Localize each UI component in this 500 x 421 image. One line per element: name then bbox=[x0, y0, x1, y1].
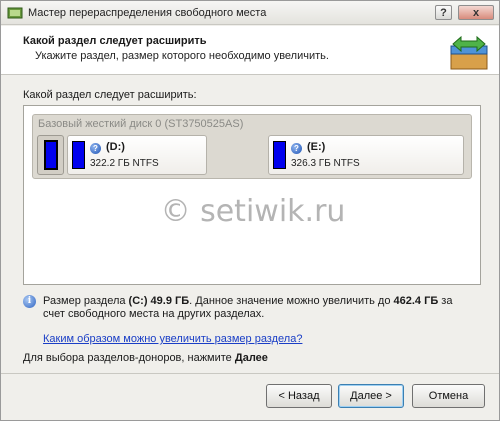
donor-hint: Для выбора разделов-доноров, нажмите Дал… bbox=[23, 352, 268, 364]
partition-fill bbox=[72, 141, 85, 169]
window-title: Мастер перераспределения свободного мест… bbox=[28, 7, 267, 19]
header-title: Какой раздел следует расширить bbox=[23, 35, 207, 47]
how-to-extend-link[interactable]: Каким образом можно увеличить размер раз… bbox=[43, 333, 302, 345]
app-icon bbox=[7, 7, 23, 19]
header-subtitle: Укажите раздел, размер которого необходи… bbox=[35, 50, 329, 62]
info-icon: i bbox=[23, 295, 36, 308]
partition-question: Какой раздел следует расширить: bbox=[23, 89, 197, 101]
partition-c[interactable] bbox=[37, 135, 64, 175]
partition-d[interactable]: ? (D:) 322.2 ГБ NTFS bbox=[67, 135, 207, 175]
close-icon: x bbox=[472, 7, 480, 19]
partition-e[interactable]: ? (E:) 326.3 ГБ NTFS bbox=[268, 135, 464, 175]
disk-label: Базовый жесткий диск 0 (ST3750525AS) bbox=[38, 118, 244, 130]
back-button[interactable]: < Назад bbox=[266, 384, 332, 408]
disk-row[interactable]: Базовый жесткий диск 0 (ST3750525AS) ? (… bbox=[32, 114, 472, 179]
max-size-value: 462.4 ГБ bbox=[393, 295, 439, 307]
watermark: © setiwik.ru bbox=[160, 194, 346, 229]
wizard-header: Какой раздел следует расширить Укажите р… bbox=[1, 26, 499, 75]
partition-size: 322.2 ГБ NTFS bbox=[90, 158, 159, 169]
footer-divider bbox=[1, 373, 499, 374]
wizard-window: Мастер перераспределения свободного мест… bbox=[0, 0, 500, 421]
partition-letter: (D:) bbox=[106, 141, 125, 153]
next-button[interactable]: Далее > bbox=[338, 384, 404, 408]
close-button[interactable]: x bbox=[458, 5, 494, 20]
cancel-button[interactable]: Отмена bbox=[412, 384, 485, 408]
title-bar[interactable]: Мастер перераспределения свободного мест… bbox=[1, 1, 499, 25]
partition-letter: (E:) bbox=[307, 141, 326, 153]
help-button[interactable]: ? bbox=[435, 5, 452, 20]
partition-size-value: (C:) 49.9 ГБ bbox=[128, 295, 190, 307]
help-icon: ? bbox=[440, 7, 447, 19]
help-icon[interactable]: ? bbox=[90, 143, 101, 154]
info-text: Размер раздела (C:) 49.9 ГБ. Данное знач… bbox=[43, 295, 453, 320]
partition-size: 326.3 ГБ NTFS bbox=[291, 158, 360, 169]
resize-logo-icon bbox=[450, 33, 488, 71]
partition-fill bbox=[273, 141, 286, 169]
help-icon[interactable]: ? bbox=[291, 143, 302, 154]
partition-fill bbox=[44, 140, 58, 170]
disk-map-panel: Базовый жесткий диск 0 (ST3750525AS) ? (… bbox=[23, 105, 481, 285]
